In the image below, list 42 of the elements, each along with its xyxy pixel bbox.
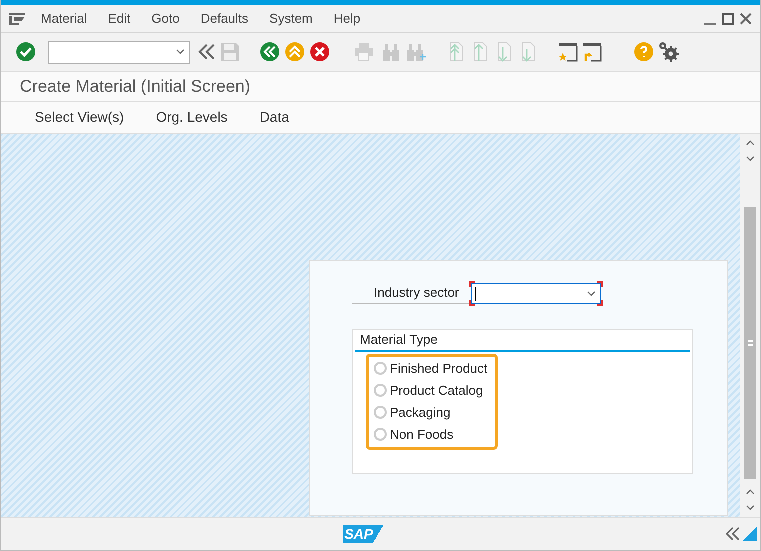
double-chevron-up-icon[interactable] bbox=[285, 42, 305, 62]
window-star-icon[interactable] bbox=[558, 42, 578, 62]
toolbar-button[interactable]: Data bbox=[260, 107, 290, 128]
chevron-down-icon bbox=[176, 49, 185, 55]
back-icon[interactable] bbox=[260, 42, 280, 62]
chevron-down-icon bbox=[587, 290, 596, 296]
radio-button[interactable] bbox=[374, 406, 387, 419]
scrollbar-thumb[interactable] bbox=[744, 207, 756, 479]
chevron-down-icon[interactable] bbox=[746, 505, 754, 511]
group-title: Material Type bbox=[355, 330, 690, 352]
menu-item[interactable]: System bbox=[270, 8, 313, 28]
menu-item[interactable]: Defaults bbox=[200, 8, 249, 28]
field-label: Industry sector bbox=[352, 283, 469, 304]
close-icon[interactable] bbox=[740, 12, 752, 24]
double-chevron-left-icon[interactable] bbox=[198, 43, 216, 61]
toolbar-button[interactable]: Select View(s) bbox=[35, 107, 124, 128]
triangle-icon[interactable] bbox=[743, 527, 757, 541]
industry-sector-dropdown[interactable] bbox=[471, 283, 601, 304]
menu-item[interactable]: Goto bbox=[152, 8, 180, 28]
menu-item[interactable]: Help bbox=[334, 8, 361, 28]
chevron-up-icon[interactable] bbox=[746, 489, 754, 495]
menu-item[interactable]: Edit bbox=[108, 8, 131, 28]
command-field[interactable] bbox=[48, 40, 190, 64]
chevron-up-icon[interactable] bbox=[746, 140, 754, 146]
radio-option[interactable]: Non Foods bbox=[374, 424, 495, 446]
radio-button[interactable] bbox=[374, 428, 387, 441]
radio-option[interactable]: Product Catalog bbox=[374, 380, 495, 402]
menu-item[interactable]: Material bbox=[41, 8, 88, 28]
screen-title: Create Material (Initial Screen) bbox=[20, 76, 251, 98]
window-arrow-icon[interactable] bbox=[582, 42, 602, 62]
radio-button[interactable] bbox=[374, 384, 387, 397]
double-chevron-left-icon[interactable] bbox=[726, 527, 740, 541]
radio-button[interactable] bbox=[374, 362, 387, 375]
maximize-icon[interactable] bbox=[722, 12, 734, 24]
settings-icon[interactable] bbox=[658, 41, 680, 63]
radio-option[interactable]: Packaging bbox=[374, 402, 495, 424]
cancel-icon[interactable] bbox=[310, 42, 330, 62]
check-icon[interactable] bbox=[16, 42, 36, 62]
toolbar-button[interactable]: Org. Levels bbox=[156, 107, 228, 128]
radio-option[interactable]: Finished Product bbox=[374, 358, 495, 380]
menu-icon[interactable] bbox=[9, 12, 25, 24]
chevron-down-icon[interactable] bbox=[746, 156, 754, 162]
